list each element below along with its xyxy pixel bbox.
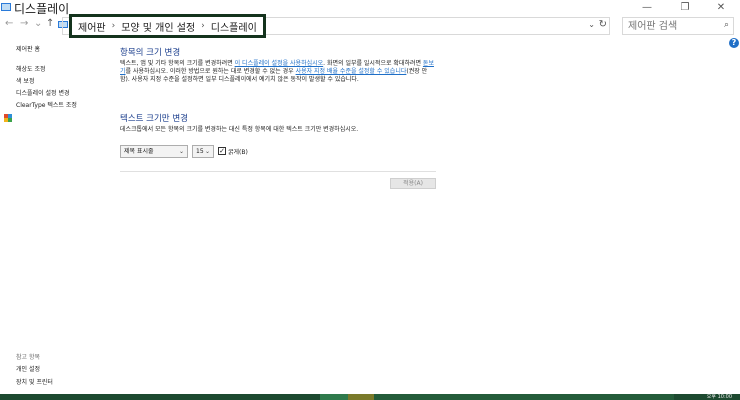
taskbar-app-icon[interactable]	[348, 394, 374, 400]
item-select[interactable]: 제목 표시줄 ⌄	[120, 144, 188, 158]
breadcrumb-display[interactable]: 디스플레이	[211, 19, 257, 34]
taskbar: 오후 10:00	[0, 394, 740, 400]
forward-arrow-icon[interactable]: →	[20, 18, 28, 29]
maximize-button[interactable]: ❐	[668, 0, 702, 16]
navigation-bar: ← → ⌄ ↑ 제어판 › 모양 및 개인 설정 › 디스플레이 ⌄ ↻ ⌕	[0, 14, 740, 38]
sidebar-item-cleartype[interactable]: ClearType 텍스트 조정	[16, 100, 77, 109]
section-title-change-size: 항목의 크기 변경	[120, 48, 181, 58]
apply-button[interactable]: 적용(A)	[390, 178, 436, 189]
display-settings-link[interactable]: 이 디스플레이 설정을 사용하십시오	[235, 60, 324, 67]
recent-locations-icon[interactable]: ⌄	[34, 18, 42, 29]
minimize-button[interactable]: —	[630, 0, 664, 16]
section-title-text-size: 텍스트 크기만 변경	[120, 114, 188, 124]
see-also-heading: 참고 항목	[16, 354, 40, 361]
taskbar-segment	[0, 394, 320, 400]
search-input[interactable]	[623, 18, 719, 34]
search-box[interactable]: ⌕	[622, 17, 734, 35]
back-arrow-icon[interactable]: ←	[5, 18, 13, 29]
breadcrumb: 제어판 › 모양 및 개인 설정 › 디스플레이	[69, 14, 266, 38]
help-icon[interactable]: ?	[729, 38, 739, 48]
breadcrumb-appearance[interactable]: 모양 및 개인 설정	[121, 19, 195, 34]
description-text: 를 사용하십시오. 이러한 방법으로 원하는 대로 변경할 수 없는 경우	[125, 68, 296, 75]
sidebar: 제어판 홈 해상도 조정 색 보정 디스플레이 설정 변경 ClearType …	[0, 40, 100, 390]
sidebar-item-home[interactable]: 제어판 홈	[16, 44, 40, 53]
search-icon[interactable]: ⌕	[724, 20, 729, 30]
sidebar-item-color-calibration[interactable]: 색 보정	[16, 76, 34, 85]
chevron-down-icon: ⌄	[204, 147, 210, 155]
chevron-right-icon: ›	[201, 21, 205, 31]
bold-checkbox-label[interactable]: 굵게(B)	[228, 147, 248, 156]
taskbar-clock[interactable]: 오후 10:00	[707, 394, 732, 400]
refresh-icon[interactable]: ↻	[599, 19, 607, 30]
sidebar-item-devices-printers[interactable]: 장치 및 프린터	[16, 377, 53, 386]
sidebar-item-personalization[interactable]: 개인 설정	[16, 364, 40, 373]
bold-checkbox[interactable]: ✓	[218, 147, 226, 155]
control-panel-window: 디스플레이 — ❐ ✕ ← → ⌄ ↑ 제어판 › 모양 및 개인 설정 › 디…	[0, 0, 740, 400]
chevron-right-icon: ›	[111, 21, 116, 31]
close-button[interactable]: ✕	[704, 0, 738, 16]
font-size-value: 15	[196, 147, 204, 155]
display-icon	[1, 3, 11, 11]
font-size-select[interactable]: 15 ⌄	[192, 144, 214, 158]
shield-icon	[4, 114, 12, 122]
change-size-description: 텍스트, 앱 및 기타 항목의 크기를 변경하려면 이 디스플레이 설정을 사용…	[120, 60, 438, 84]
divider	[120, 171, 436, 172]
window-title: 디스플레이	[14, 2, 70, 16]
chevron-down-icon: ⌄	[178, 147, 184, 155]
custom-scaling-link[interactable]: 사용자 지정 배율 수준을 설정할 수 있습니다	[296, 68, 407, 75]
sidebar-item-display-settings[interactable]: 디스플레이 설정 변경	[16, 88, 70, 97]
text-size-description: 데스크톱에서 모든 항목의 크기를 변경하는 대신 특정 항목에 대한 텍스트 …	[120, 126, 359, 133]
up-arrow-icon[interactable]: ↑	[46, 18, 54, 29]
address-bar[interactable]: 제어판 › 모양 및 개인 설정 › 디스플레이 ⌄ ↻	[62, 14, 610, 38]
taskbar-segment	[374, 394, 674, 400]
description-text: . 화면의 일부를 일시적으로 확대하려면	[323, 60, 423, 67]
breadcrumb-control-panel[interactable]: 제어판	[78, 19, 106, 34]
item-select-value: 제목 표시줄	[124, 147, 154, 155]
text-size-controls: 제목 표시줄 ⌄ 15 ⌄ ✓ 굵게(B)	[120, 144, 248, 158]
chevron-down-icon[interactable]: ⌄	[588, 20, 595, 29]
taskbar-app-icon[interactable]	[320, 394, 348, 400]
description-text: 텍스트, 앱 및 기타 항목의 크기를 변경하려면	[120, 60, 235, 67]
sidebar-item-resolution[interactable]: 해상도 조정	[16, 64, 46, 73]
